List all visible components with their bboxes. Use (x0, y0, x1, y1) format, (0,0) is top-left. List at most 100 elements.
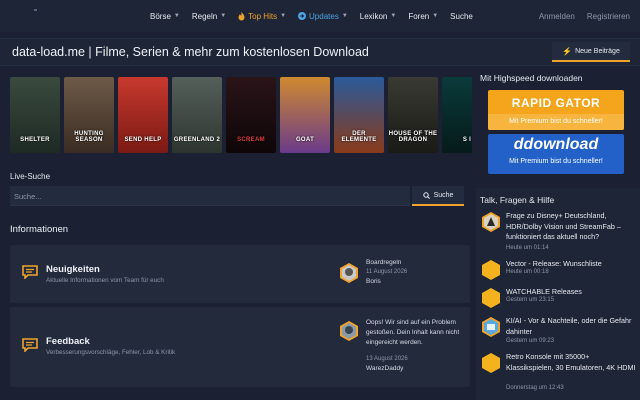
board-row: Feedback Verbesserungsvorschläge, Fehler… (10, 307, 470, 387)
nav-item-boerse[interactable]: Börse ▼ (150, 12, 180, 21)
nav-item-label: Suche (450, 11, 473, 21)
new-posts-label: Neue Beiträge (575, 47, 620, 55)
board-description: Verbesserungsvorschläge, Fehler, Lob & K… (46, 349, 176, 356)
talk-item-title[interactable]: WATCHABLE Releases (506, 287, 636, 298)
chat-bubble-icon (22, 265, 38, 279)
nav-item-regeln[interactable]: Regeln ▼ (192, 12, 226, 21)
talk-item-title[interactable]: KI/AI - Vor & Nachteile, oder die Gefahr… (506, 316, 636, 337)
last-post-date: 13 August 2026 (366, 356, 408, 362)
last-post-user[interactable]: Boris (366, 278, 381, 285)
poster-card[interactable]: DER ELEMENTE (334, 77, 384, 153)
search-button[interactable]: Suche (412, 186, 464, 206)
poster-title: SCREAM (237, 137, 265, 143)
ad-title: ddownload (513, 136, 599, 153)
board-title[interactable]: Feedback (46, 336, 90, 347)
talk-item-time: Heute um 01:14 (506, 245, 549, 251)
nav-item-label: Updates (309, 11, 339, 21)
lightning-icon: ⚡ (562, 46, 573, 56)
chevron-down-icon: ▼ (220, 13, 227, 19)
hexagon-avatar (482, 353, 500, 373)
page-header: data-load.me | Filme, Serien & mehr zum … (0, 38, 640, 66)
nav-item-label: Lexikon (359, 11, 388, 21)
chat-bubble-icon (22, 338, 38, 352)
top-navigation: Börse ▼ Regeln ▼ Top Hits ▼ Updates ▼ Le… (0, 0, 640, 32)
user-avatar[interactable] (338, 262, 360, 284)
poster-title: HUNTING SEASON (74, 131, 104, 143)
page-title: data-load.me | Filme, Serien & mehr zum … (12, 45, 369, 59)
nav-item-label: Börse (150, 11, 171, 21)
chevron-down-icon: ▼ (432, 13, 439, 19)
poster-title: S I (462, 137, 472, 143)
nav-item-top-hits[interactable]: Top Hits ▼ (238, 11, 287, 21)
user-avatar[interactable] (338, 320, 360, 342)
poster-card[interactable]: SEND HELP (118, 77, 168, 153)
chevron-down-icon: ▼ (173, 13, 180, 19)
robot-avatar (482, 317, 500, 337)
nav-item-updates[interactable]: Updates ▼ (298, 12, 348, 21)
character-avatar (482, 212, 500, 232)
poster-card[interactable]: GREENLAND 2 (172, 77, 222, 153)
board-description: Aktuelle Informationen vom Team für euch (46, 277, 164, 284)
ad-title: RAPID GATOR (488, 96, 624, 110)
poster-card[interactable]: GOAT (280, 77, 330, 153)
hexagon-avatar (482, 288, 500, 308)
talk-item-time: Gestern um 09:23 (506, 338, 555, 344)
ad-subtitle: Mit Premium bist du schneller! (509, 158, 603, 165)
search-input[interactable] (10, 187, 410, 206)
talk-item-title[interactable]: Vector - Release: Wunschliste (506, 259, 636, 270)
last-post-title[interactable]: Boardregeln (366, 258, 466, 268)
login-link[interactable]: Anmelden (539, 12, 575, 21)
poster-card[interactable]: S I (442, 77, 472, 153)
main-menu: Börse ▼ Regeln ▼ Top Hits ▼ Updates ▼ Le… (150, 0, 473, 32)
chevron-down-icon: ▼ (280, 13, 287, 19)
poster-title: DER ELEMENTE (341, 131, 377, 143)
ad-subtitle: Mit Premium bist du schneller! (488, 114, 624, 130)
hexagon-avatar (482, 260, 500, 280)
nav-item-suche[interactable]: Suche (450, 12, 473, 21)
poster-title: SEND HELP (124, 137, 162, 143)
section-heading: Informationen (10, 224, 69, 235)
live-search-label: Live-Suche (10, 172, 51, 181)
talk-panel: Talk, Fragen & Hilfe Frage zu Disney+ De… (476, 188, 640, 400)
talk-item-title[interactable]: Frage zu Disney+ Deutschland, HDR/Dolby … (506, 211, 636, 243)
poster-card[interactable]: HUNTING SEASON (64, 77, 114, 153)
board-title[interactable]: Neuigkeiten (46, 264, 100, 275)
talk-item-time: Gestern um 23:15 (506, 297, 555, 303)
board-row: Neuigkeiten Aktuelle Informationen vom T… (10, 245, 470, 303)
chevron-down-icon: ▼ (390, 13, 397, 19)
new-posts-button[interactable]: ⚡ Neue Beiträge (552, 42, 630, 62)
talk-item-time: Heute um 00:18 (506, 269, 549, 275)
movie-carousel: SHELTER HUNTING SEASON SEND HELP GREENLA… (10, 77, 472, 153)
search-icon (422, 191, 430, 199)
poster-title: SHELTER (20, 137, 50, 143)
poster-title: GOAT (295, 137, 315, 143)
chevron-down-icon: ▼ (341, 13, 348, 19)
nav-item-label: Foren (408, 11, 430, 21)
poster-card[interactable]: HOUSE OF THE DRAGON (388, 77, 438, 153)
poster-card[interactable]: SHELTER (10, 77, 60, 153)
ad-title-text: RAPID GATOR (511, 96, 601, 110)
nav-item-label: Regeln (191, 11, 218, 21)
search-field-wrapper (10, 186, 410, 206)
nav-item-label: Top Hits (248, 11, 278, 21)
poster-title: HOUSE OF THE DRAGON (388, 131, 438, 143)
logo-mark[interactable] (34, 9, 37, 11)
ddownload-banner[interactable]: ddownload Mit Premium bist du schneller! (488, 134, 624, 174)
arrow-right-circle-icon (298, 12, 307, 20)
nav-item-foren[interactable]: Foren ▼ (408, 12, 438, 21)
last-post-user[interactable]: WarezDaddy (366, 365, 403, 372)
last-post-date: 11 August 2026 (366, 269, 408, 275)
register-link[interactable]: Registrieren (587, 12, 630, 21)
poster-title: GREENLAND 2 (173, 137, 221, 143)
last-post-title[interactable]: Oops! Wir sind auf ein Problem gestoßen.… (366, 318, 466, 348)
poster-card[interactable]: SCREAM (226, 77, 276, 153)
downloads-heading: Mit Highspeed downloaden (480, 73, 583, 83)
talk-heading: Talk, Fragen & Hilfe (480, 195, 555, 205)
account-links: Anmelden Registrieren (539, 0, 630, 32)
flame-icon (238, 11, 245, 20)
nav-item-lexikon[interactable]: Lexikon ▼ (360, 12, 397, 21)
rapidgator-banner[interactable]: RAPID GATOR Mit Premium bist du schnelle… (488, 90, 624, 130)
search-button-label: Suche (433, 191, 454, 199)
talk-item-time: Donnerstag um 12:43 (506, 385, 564, 391)
talk-item-title[interactable]: Retro Konsole mit 35000+ Klassikspielen,… (506, 352, 636, 373)
